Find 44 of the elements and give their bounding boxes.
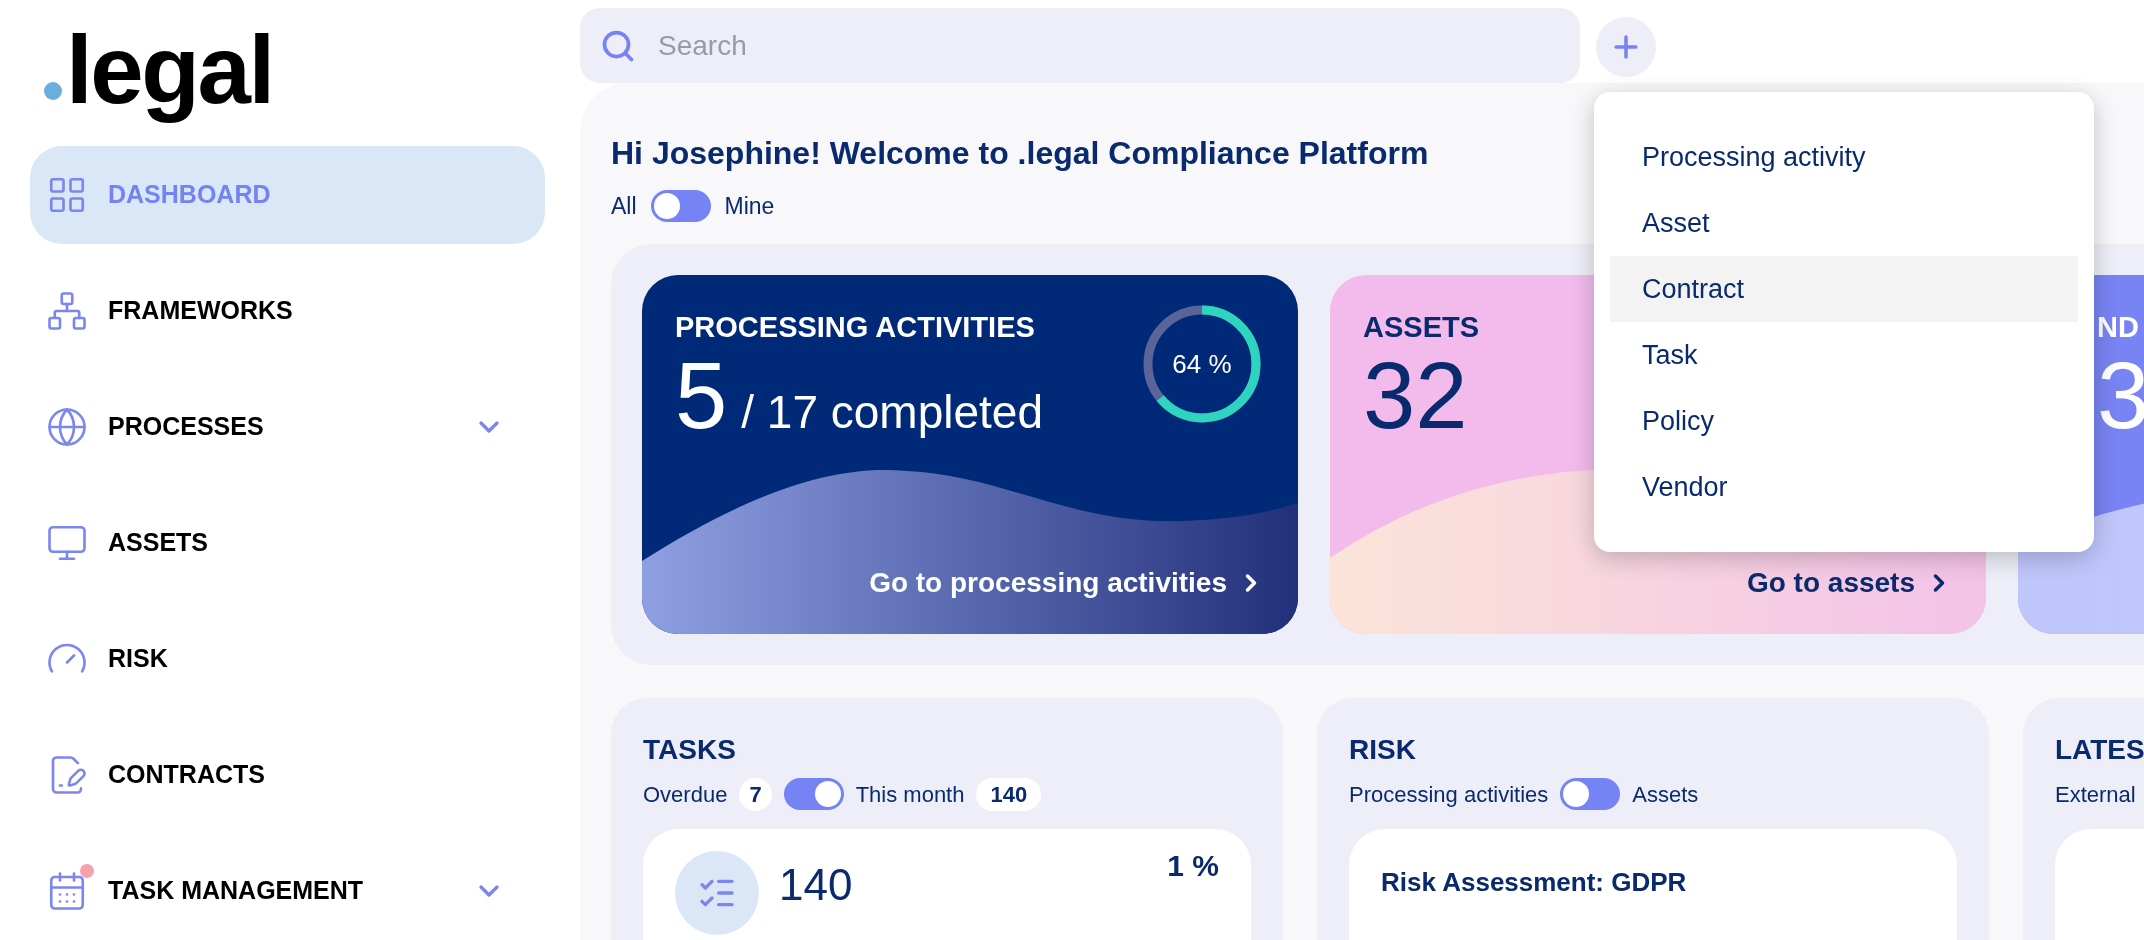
card-title: ASSETS [1363, 309, 1480, 345]
progress-percent: 64 % [1172, 350, 1232, 377]
filter-label: Assets [1632, 780, 1699, 809]
globe-icon [46, 406, 88, 448]
risk-item-title: Risk Assessment: GDPR [1381, 866, 1687, 897]
menu-item[interactable]: Processing activity [1610, 124, 2078, 190]
toggle-switch[interactable] [783, 778, 844, 810]
sidebar-item[interactable]: ASSETS [30, 494, 545, 592]
filter-label: Overdue [643, 780, 728, 809]
menu-item[interactable]: Asset [1610, 190, 2078, 256]
menu-item[interactable]: Vendor [1610, 454, 2078, 520]
menu-item[interactable]: Policy [1610, 388, 2078, 454]
toggle-label: All [611, 192, 637, 221]
toggle-switch[interactable] [1560, 778, 1621, 810]
card-title: ND [2097, 309, 2140, 345]
filter-label: This month [855, 780, 965, 809]
sidebar-item[interactable]: TASK MANAGEMENT [30, 842, 545, 940]
count-pill: 140 [976, 777, 1042, 811]
card-title: PROCESSING ACTIVITIES [675, 309, 1036, 345]
sidebar-item[interactable]: PROCESSES [30, 378, 545, 476]
sidebar-item[interactable]: CONTRACTS [30, 726, 545, 824]
panel-title: RISK [1349, 735, 1417, 764]
task-percent: 1 % [1167, 850, 1219, 881]
card-link[interactable]: Go to processing activities [869, 561, 1265, 604]
filter-label: Processing activities [1349, 780, 1549, 809]
sidebar-item[interactable]: RISK [30, 610, 545, 708]
menu-item[interactable]: Task [1610, 322, 2078, 388]
panel-title: LATES [2055, 735, 2144, 764]
card-count: 5 [675, 348, 728, 443]
menu-item[interactable]: Contract [1610, 256, 2078, 322]
search-field[interactable]: Search [580, 8, 1580, 83]
search-input[interactable]: Search [658, 24, 1560, 67]
logo: legal [30, 0, 545, 146]
count-pill: 7 [739, 777, 772, 811]
hierarchy-icon [46, 290, 88, 332]
card-count: 32 [1363, 348, 1468, 443]
task-total: 140 [779, 862, 853, 907]
toggle-switch[interactable] [650, 190, 711, 223]
filter-label: External [2055, 780, 2136, 809]
card-link[interactable]: Go to assets [1746, 561, 1953, 604]
sidebar-item[interactable]: FRAMEWORKS [30, 262, 545, 360]
welcome-heading: Hi Josephine! Welcome to .legal Compliance Platform [611, 134, 1429, 173]
panel-title: TASKS [643, 735, 737, 764]
toggle-label: Mine [724, 192, 775, 221]
